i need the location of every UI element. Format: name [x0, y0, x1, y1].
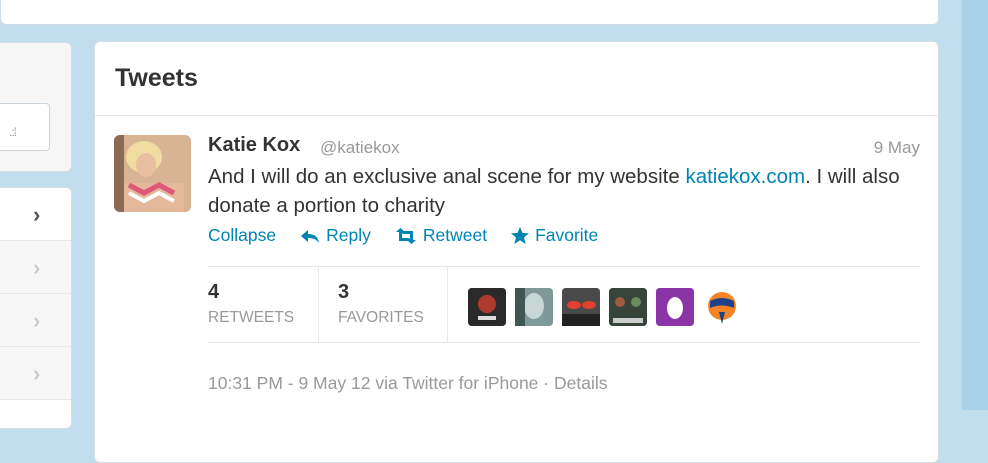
- top-card: [0, 0, 939, 25]
- stats-divider: [318, 267, 319, 342]
- retweet-button[interactable]: Retweet: [395, 225, 487, 246]
- avatar-image: [515, 288, 553, 326]
- avatar-image: [114, 135, 191, 212]
- right-edge-strip: [962, 0, 988, 410]
- tweet-link[interactable]: katiekox.com: [685, 165, 805, 188]
- nav-item[interactable]: ›: [0, 294, 71, 347]
- retweet-icon: [395, 227, 416, 244]
- reply-icon: [301, 229, 320, 243]
- favorite-button[interactable]: Favorite: [511, 225, 598, 246]
- tweet-username[interactable]: @katiekox: [320, 138, 400, 158]
- favorite-label: Favorite: [535, 225, 599, 245]
- nav-item[interactable]: ›: [0, 241, 71, 294]
- tweet-timestamp[interactable]: 9 May: [874, 138, 920, 158]
- tweet-text: And I will do an exclusive anal scene fo…: [208, 162, 923, 220]
- tweet-source: via Twitter for iPhone: [375, 373, 539, 393]
- nav-item-active[interactable]: ›: [0, 188, 71, 241]
- resize-grip-icon: .:⁞: [9, 125, 17, 139]
- favorites-stat[interactable]: 3 FAVORITES: [338, 267, 448, 342]
- nav-item[interactable]: ›: [0, 347, 71, 400]
- egg-icon: [656, 288, 694, 326]
- meta-separator: ·: [543, 373, 550, 393]
- avatar-image: [468, 288, 506, 326]
- tweet-stats: 4 RETWEETS 3 FAVORITES: [208, 266, 920, 343]
- favoriter-avatar[interactable]: [609, 288, 647, 326]
- favorites-count: 3: [338, 281, 350, 303]
- avatar-image: [562, 288, 600, 326]
- details-link[interactable]: Details: [554, 373, 608, 393]
- tweet-meta: 10:31 PM - 9 May 12 via Twitter for iPho…: [208, 373, 608, 394]
- reply-label: Reply: [326, 225, 371, 245]
- reply-button[interactable]: Reply: [300, 225, 371, 246]
- left-nav-list: › › › ›: [0, 187, 72, 429]
- knicks-logo-icon: [703, 288, 741, 326]
- tweets-panel: Tweets Katie Kox @katiekox 9 May And I w…: [94, 41, 939, 463]
- favorites-label: FAVORITES: [338, 309, 424, 326]
- retweet-label: Retweet: [422, 225, 488, 245]
- tweet-actions: Collapse Reply Retweet Favorite: [208, 225, 598, 246]
- tweet-fullname[interactable]: Katie Kox: [208, 134, 300, 157]
- stats-divider: [447, 267, 448, 342]
- favoriter-avatar[interactable]: [515, 288, 553, 326]
- collapse-label: Collapse: [208, 225, 277, 245]
- tweet-datetime[interactable]: 10:31 PM - 9 May 12: [208, 373, 370, 393]
- retweets-label: RETWEETS: [208, 309, 295, 326]
- compose-input[interactable]: .:⁞: [0, 103, 50, 151]
- avatar-image: [609, 288, 647, 326]
- page-title: Tweets: [115, 64, 198, 92]
- tweets-header: Tweets: [95, 42, 938, 116]
- retweets-count: 4: [208, 281, 220, 303]
- favoriter-avatar[interactable]: [468, 288, 506, 326]
- avatar[interactable]: [114, 135, 191, 212]
- favoriter-avatar-egg[interactable]: [656, 288, 694, 326]
- favoriter-avatar[interactable]: [562, 288, 600, 326]
- star-icon: [511, 227, 530, 244]
- tweet-text-before: And I will do an exclusive anal scene fo…: [208, 165, 686, 188]
- chevron-right-icon: ›: [33, 202, 41, 227]
- chevron-right-icon: ›: [33, 361, 41, 386]
- collapse-button[interactable]: Collapse: [208, 225, 276, 246]
- favoriter-avatar-knicks[interactable]: [703, 288, 741, 326]
- chevron-right-icon: ›: [33, 308, 41, 333]
- chevron-right-icon: ›: [33, 255, 41, 280]
- retweets-stat[interactable]: 4 RETWEETS: [208, 267, 318, 342]
